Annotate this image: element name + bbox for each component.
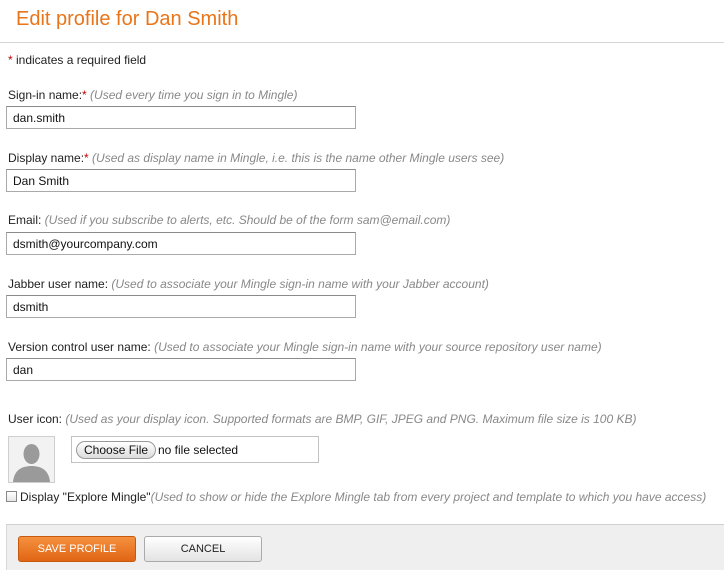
vcs-label-row: Version control user name: (Used to asso… (8, 340, 602, 354)
explore-mingle-hint: (Used to show or hide the Explore Mingle… (150, 490, 707, 504)
file-upload-field: Choose File no file selected (71, 436, 319, 463)
explore-mingle-checkbox[interactable] (6, 491, 17, 502)
vcs-username-input[interactable] (6, 358, 356, 381)
vcs-label: Version control user name: (8, 340, 151, 354)
cancel-button[interactable]: CANCEL (144, 536, 262, 562)
user-icon-hint: (Used as your display icon. Supported fo… (62, 412, 637, 426)
display-name-input[interactable] (6, 169, 356, 192)
explore-mingle-row: Display "Explore Mingle"(Used to show or… (6, 490, 706, 504)
required-field-note: * indicates a required field (8, 53, 146, 67)
jabber-hint: (Used to associate your Mingle sign-in n… (108, 277, 489, 291)
avatar (8, 436, 55, 483)
explore-mingle-label: Display "Explore Mingle" (20, 490, 151, 504)
display-name-label: Display name: (8, 151, 85, 165)
vcs-hint: (Used to associate your Mingle sign-in n… (150, 340, 602, 354)
signin-name-label-row: Sign-in name:* (Used every time you sign… (8, 88, 297, 102)
user-icon-label: User icon: (8, 412, 63, 426)
display-name-hint: (Used as display name in Mingle, i.e. th… (88, 151, 505, 165)
required-note-text: indicates a required field (12, 53, 147, 67)
jabber-label-row: Jabber user name: (Used to associate you… (8, 277, 489, 291)
user-silhouette-icon (9, 437, 54, 482)
jabber-label: Jabber user name: (8, 277, 109, 291)
signin-name-input[interactable] (6, 106, 356, 129)
choose-file-button[interactable]: Choose File (76, 441, 157, 459)
save-profile-button[interactable]: SAVE PROFILE (18, 536, 136, 562)
signin-name-hint: (Used every time you sign in to Mingle) (86, 88, 298, 102)
signin-name-label: Sign-in name: (8, 88, 83, 102)
email-label: Email: (8, 213, 42, 227)
title-divider (0, 42, 724, 43)
file-status-text: no file selected (158, 443, 239, 457)
email-input[interactable] (6, 232, 356, 255)
display-name-label-row: Display name:* (Used as display name in … (8, 151, 504, 165)
user-icon-label-row: User icon: (Used as your display icon. S… (8, 412, 636, 426)
action-bar: SAVE PROFILE CANCEL (6, 524, 724, 570)
jabber-username-input[interactable] (6, 295, 356, 318)
email-hint: (Used if you subscribe to alerts, etc. S… (41, 213, 451, 227)
email-label-row: Email: (Used if you subscribe to alerts,… (8, 213, 450, 227)
page-title: Edit profile for Dan Smith (16, 8, 239, 30)
